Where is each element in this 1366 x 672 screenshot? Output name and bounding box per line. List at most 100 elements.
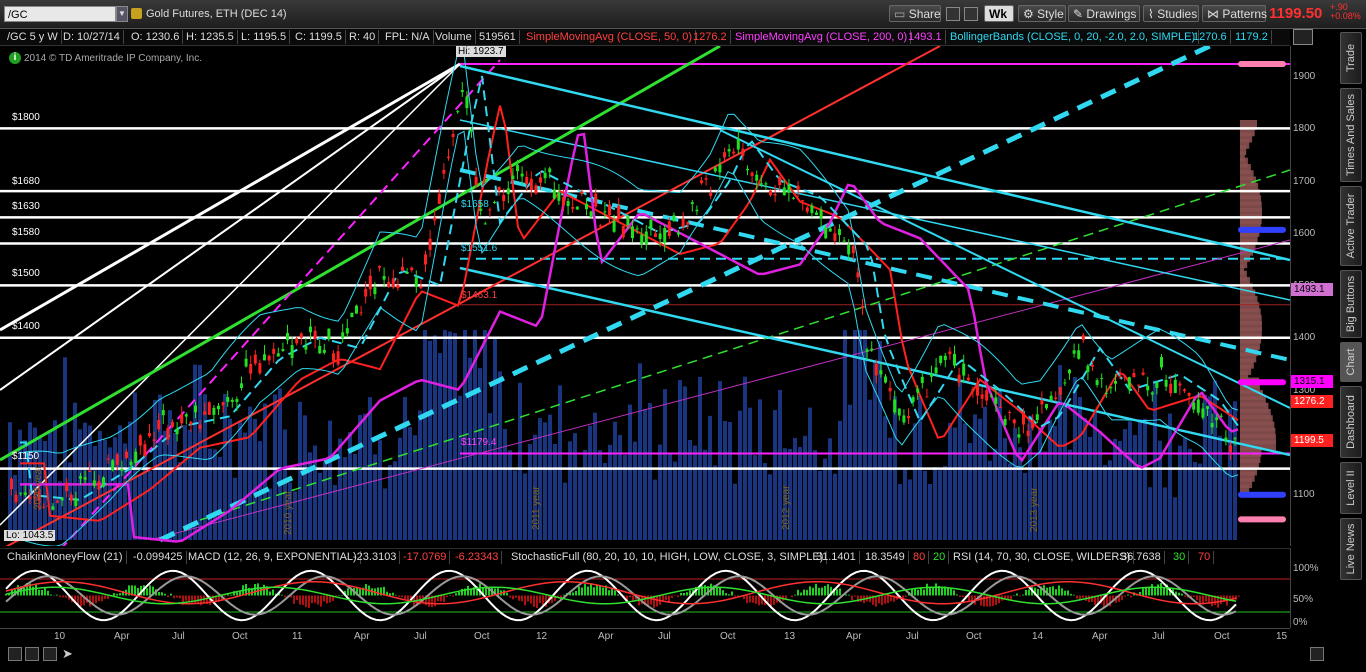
candle-body (575, 206, 579, 210)
chart-expand-icon[interactable] (1293, 29, 1313, 45)
symbol-dropdown-icon[interactable]: ▼ (116, 6, 128, 22)
volume-bar (518, 382, 522, 540)
sma50-label[interactable]: SimpleMovingAvg (CLOSE, 50, 0) (523, 30, 697, 44)
candle-body (19, 492, 23, 494)
cmf-label[interactable]: ChaikinMoneyFlow (21) (4, 551, 127, 564)
rsi-oversold: 30 (1170, 551, 1190, 564)
volume-bar (513, 470, 517, 540)
candle-body (341, 332, 345, 338)
indicator-axis (1290, 548, 1337, 628)
x-tick-label: Jul (172, 631, 185, 642)
sma200-value: 1493.1 (905, 30, 946, 44)
side-tab-big-buttons[interactable]: Big Buttons (1340, 270, 1362, 338)
candle-body (999, 406, 1002, 408)
period-wk-button[interactable]: Wk (984, 5, 1014, 22)
candle-body (125, 451, 128, 459)
volume-bar (583, 450, 587, 540)
volume-bar (393, 461, 397, 540)
share-button[interactable]: ▭ Share (889, 5, 941, 22)
volume-bar (928, 484, 932, 540)
side-tab-level-ii[interactable]: Level II (1340, 462, 1362, 514)
volume-bar (683, 386, 687, 540)
stoch-label[interactable]: StochasticFull (80, 20, 10, 10, HIGH, LO… (508, 551, 828, 564)
candle-body (258, 363, 262, 374)
candle-body (1063, 382, 1067, 384)
side-tab-dashboard[interactable]: Dashboard (1340, 386, 1362, 458)
volume-bar (1188, 448, 1192, 540)
candle-body (989, 396, 993, 398)
candle-body (1017, 434, 1021, 438)
price-axis[interactable] (1290, 46, 1337, 546)
crosshair-tool-icon[interactable] (946, 7, 960, 21)
side-tab-trade[interactable]: Trade (1340, 32, 1362, 84)
candle-body (276, 353, 280, 357)
candle-body (28, 496, 32, 500)
drawings-label: Drawings (1086, 7, 1137, 21)
cursor-tool-icon[interactable] (964, 7, 978, 21)
candle-body (502, 195, 506, 202)
volume-bar (1073, 377, 1077, 540)
candle-body (1137, 384, 1140, 386)
symbol-input[interactable]: /GC (4, 6, 116, 22)
chart-settings[interactable]: /GC 5 y W (4, 30, 62, 44)
volume-label[interactable]: Volume (432, 30, 476, 44)
bollinger-label[interactable]: BollingerBands (CLOSE, 0, 20, -2.0, 2.0,… (947, 30, 1200, 44)
level-marker (1238, 516, 1286, 523)
x-tick-label: Apr (846, 631, 862, 642)
candle-body (700, 180, 703, 184)
candle-body (322, 349, 326, 353)
sma200-price-tag: 1493.1 (1291, 283, 1333, 296)
level-1680-label: $1680 (12, 176, 40, 187)
price-chart[interactable] (0, 46, 1290, 546)
volume-bar (698, 376, 702, 540)
volume-bar (448, 331, 452, 540)
drawing-settings-icon[interactable] (1310, 647, 1324, 661)
side-tab-active-trader[interactable]: Active Trader (1340, 186, 1362, 266)
candle-body (962, 363, 966, 376)
zoom-out-icon[interactable] (8, 647, 22, 661)
volume-bar (963, 423, 967, 540)
volume-bar (1068, 449, 1072, 540)
rsi-label[interactable]: RSI (14, 70, 30, CLOSE, WILDERS) (950, 551, 1135, 564)
candle-body (663, 227, 667, 244)
volume-bar (363, 413, 367, 540)
side-tab-chart[interactable]: Chart (1340, 342, 1362, 382)
sma200-label[interactable]: SimpleMovingAvg (CLOSE, 200, 0) (732, 30, 912, 44)
candle-body (327, 328, 331, 340)
candle-body (1183, 389, 1186, 392)
side-tab-live-news[interactable]: Live News (1340, 518, 1362, 580)
volume-bar (748, 407, 752, 540)
volume-bar (723, 420, 727, 540)
x-tick-label: 15 (1276, 631, 1288, 642)
volume-bar (1163, 487, 1167, 540)
drawings-button[interactable]: ✎ Drawings (1068, 5, 1140, 22)
volume-bar (273, 394, 277, 540)
volume-bar (578, 468, 582, 540)
volume-bar (908, 479, 912, 540)
volume-bar (598, 450, 602, 540)
candle-body (1068, 369, 1071, 374)
studies-button[interactable]: ⌇ Studies (1143, 5, 1199, 22)
info-icon[interactable]: i (9, 52, 21, 64)
candle-body (148, 432, 151, 437)
volume-bar (658, 444, 662, 540)
side-tab-times-and-sales[interactable]: Times And Sales (1340, 88, 1362, 182)
level-marker (1238, 226, 1286, 233)
rsi-overbought: 70 (1195, 551, 1215, 564)
candle-body (194, 405, 197, 413)
pan-icon[interactable] (43, 647, 57, 661)
macd-label[interactable]: MACD (12, 26, 9, EXPONENTIAL) (185, 551, 361, 564)
candle-body (1077, 350, 1081, 359)
candle-body (603, 211, 607, 213)
zoom-in-icon[interactable] (25, 647, 39, 661)
pointer-icon[interactable]: ➤ (62, 646, 73, 662)
candle-body (460, 90, 464, 93)
volume-bar (543, 422, 547, 540)
candle-body (69, 494, 73, 501)
candle-body (1091, 364, 1094, 367)
symbol-link-icon[interactable] (131, 8, 142, 19)
style-button[interactable]: ⚙ Style (1018, 5, 1066, 22)
candle-body (677, 232, 680, 235)
candle-body (631, 226, 634, 239)
patterns-button[interactable]: ⋈ Patterns (1202, 5, 1267, 22)
